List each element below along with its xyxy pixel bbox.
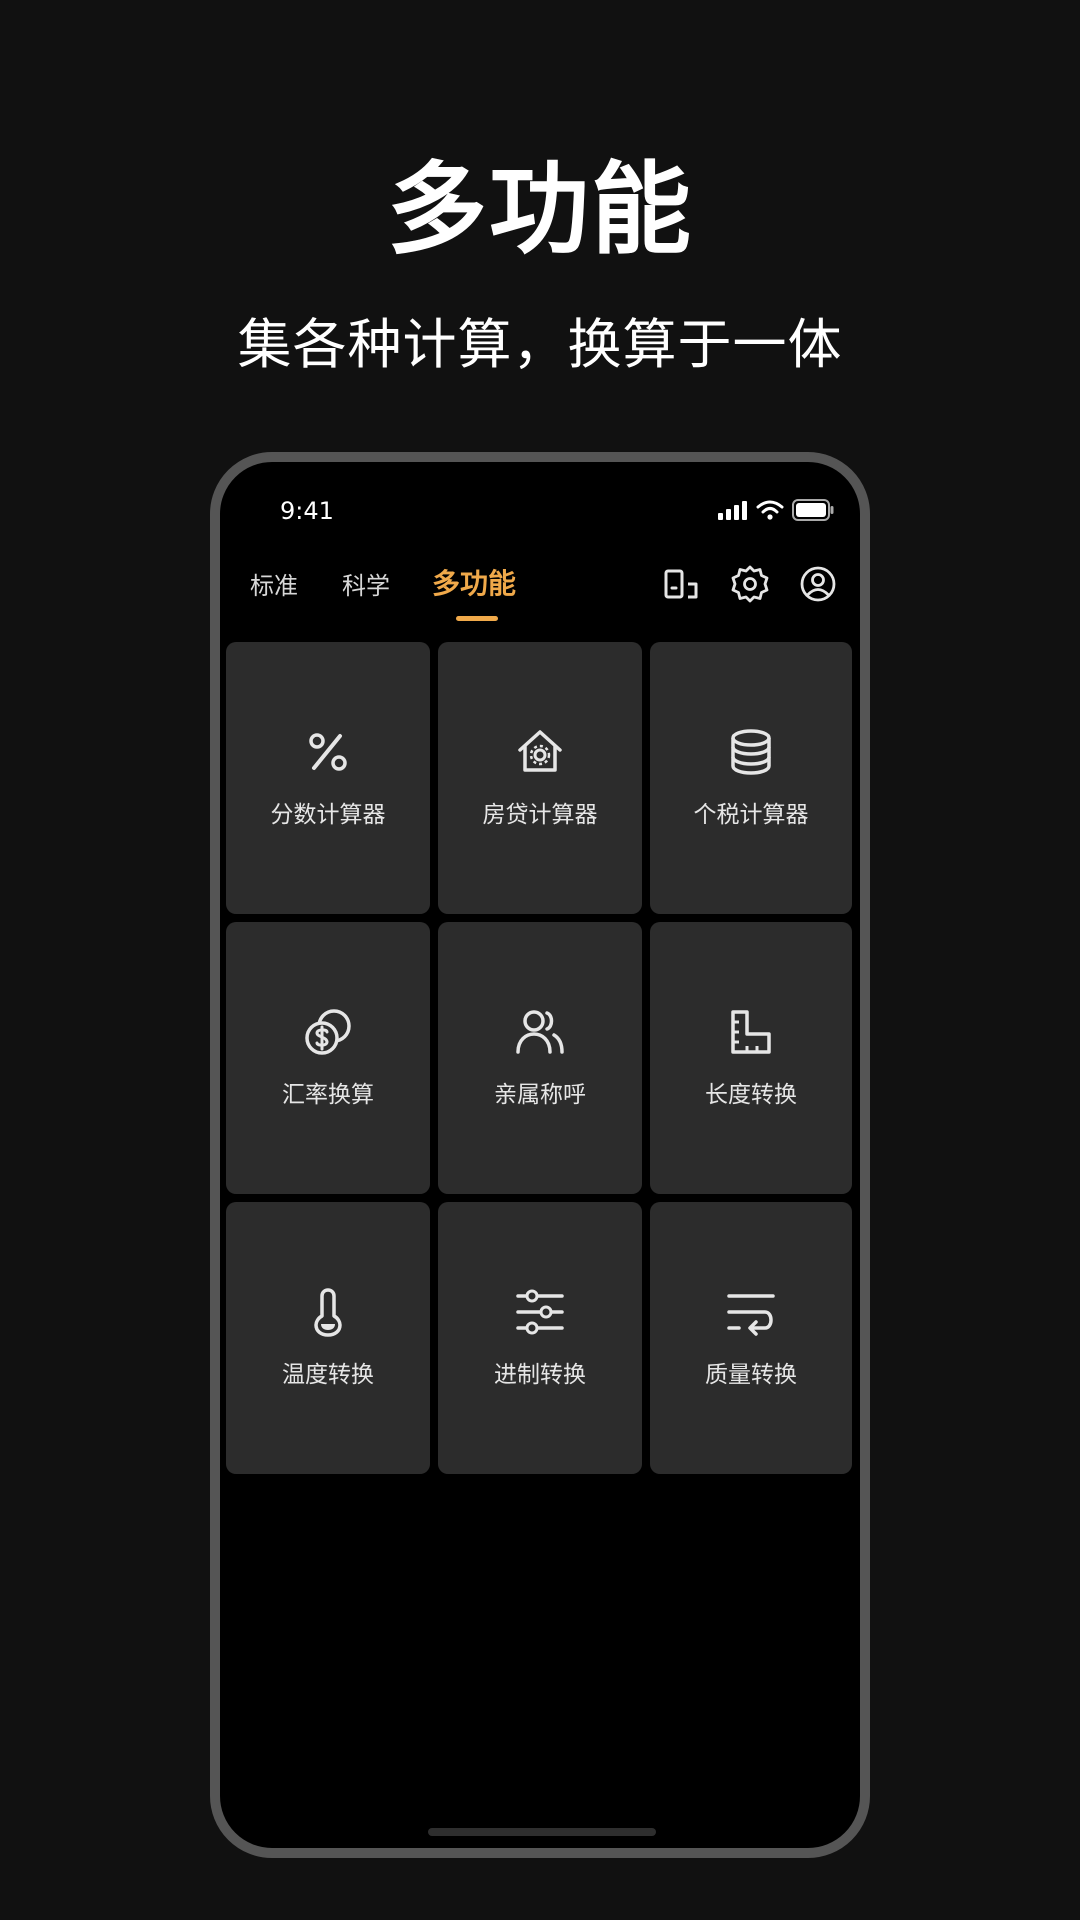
database-icon xyxy=(731,729,771,775)
coins-dollar-icon xyxy=(305,1009,351,1055)
tab-multifunction[interactable]: 多功能 xyxy=(432,568,516,600)
home-indicator[interactable] xyxy=(428,1828,656,1836)
layout-toggle-icon[interactable] xyxy=(662,564,702,604)
tool-card-currency-exchange[interactable]: 汇率换算 xyxy=(226,922,430,1194)
text-wrap-icon xyxy=(727,1294,775,1336)
tool-label: 汇率换算 xyxy=(282,1082,374,1108)
active-tab-indicator xyxy=(456,616,498,621)
tool-card-length-conversion[interactable]: 长度转换 xyxy=(650,922,852,1194)
tool-card-relative-titles[interactable]: 亲属称呼 xyxy=(438,922,642,1194)
thermometer-icon xyxy=(314,1288,342,1337)
wifi-icon xyxy=(756,500,784,520)
gear-icon[interactable] xyxy=(730,564,770,604)
tool-label: 分数计算器 xyxy=(270,802,386,828)
tool-card-fraction-calculator[interactable]: 分数计算器 xyxy=(226,642,430,914)
status-time: 9:41 xyxy=(280,497,334,525)
tool-label: 房贷计算器 xyxy=(482,802,598,828)
tab-standard[interactable]: 标准 xyxy=(250,570,298,602)
cellular-signal-icon xyxy=(718,501,747,520)
tool-card-mortgage-calculator[interactable]: 房贷计算器 xyxy=(438,642,642,914)
tab-scientific[interactable]: 科学 xyxy=(342,570,390,602)
house-gear-icon xyxy=(518,730,562,772)
battery-icon xyxy=(792,499,834,521)
tool-label: 长度转换 xyxy=(705,1082,797,1108)
headline: 多功能 xyxy=(387,151,693,268)
tool-label: 进制转换 xyxy=(494,1362,586,1388)
tool-label: 个税计算器 xyxy=(693,802,809,828)
tool-label: 温度转换 xyxy=(282,1362,374,1388)
users-icon xyxy=(516,1010,564,1054)
tool-label: 质量转换 xyxy=(705,1362,797,1388)
tool-card-mass-conversion[interactable]: 质量转换 xyxy=(650,1202,852,1474)
subheadline: 集各种计算，换算于一体 xyxy=(237,313,843,376)
status-icons xyxy=(718,498,834,522)
tool-card-income-tax-calculator[interactable]: 个税计算器 xyxy=(650,642,852,914)
tool-card-temperature-conversion[interactable]: 温度转换 xyxy=(226,1202,430,1474)
status-bar: 9:41 xyxy=(220,462,860,542)
sliders-icon xyxy=(516,1289,564,1335)
tool-label: 亲属称呼 xyxy=(494,1082,586,1108)
top-nav: 标准 科学 多功能 xyxy=(220,542,860,632)
percent-icon xyxy=(309,733,347,771)
user-circle-icon[interactable] xyxy=(798,564,838,604)
tool-card-base-conversion[interactable]: 进制转换 xyxy=(438,1202,642,1474)
ruler-icon xyxy=(731,1010,771,1054)
phone-mockup: 9:41 标准 科学 多功能 分数计算器 房贷计算器 个税计算器 汇率换算 亲属… xyxy=(210,452,870,1858)
